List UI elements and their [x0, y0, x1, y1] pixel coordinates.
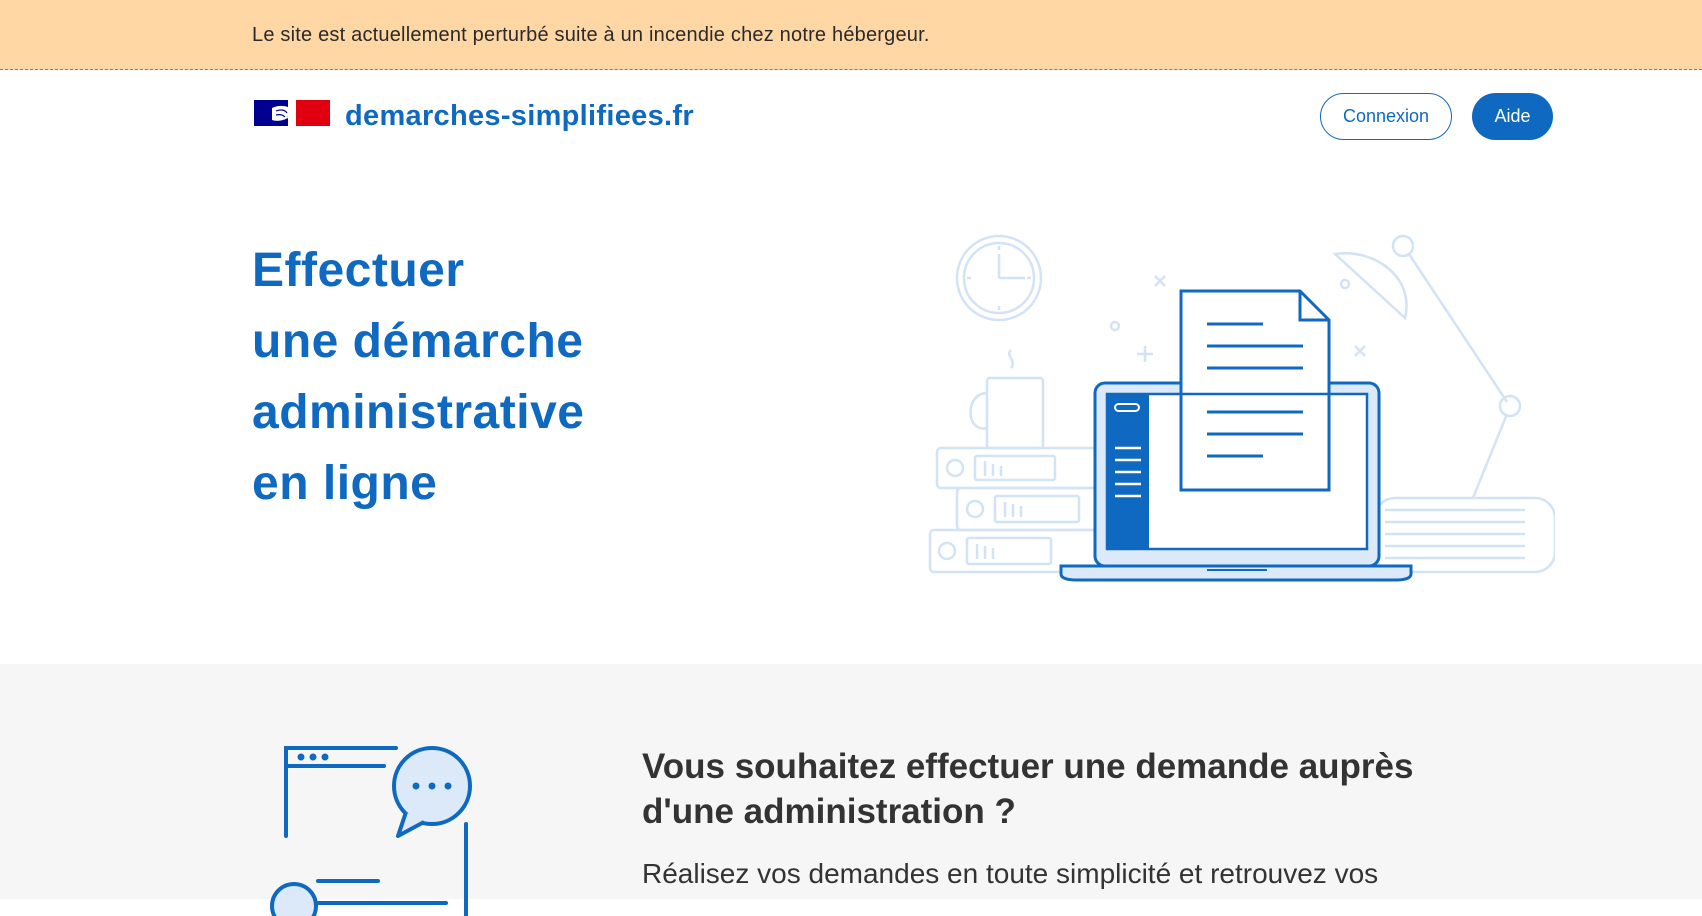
- laptop-desk-illustration: [928, 234, 1555, 582]
- site-name-link[interactable]: demarches-simplifiees.fr: [345, 100, 694, 133]
- marianne-flag-logo[interactable]: [254, 98, 330, 128]
- alert-banner-text: Le site est actuellement perturbé suite …: [252, 24, 930, 46]
- aide-button[interactable]: Aide: [1472, 93, 1553, 140]
- section-title: Vous souhaitez effectuer une demande aup…: [642, 747, 1414, 831]
- alert-banner: Le site est actuellement perturbé suite …: [0, 0, 1702, 70]
- hero-title-line: une démarche: [252, 315, 584, 368]
- connexion-button[interactable]: Connexion: [1320, 93, 1452, 140]
- form-chat-icon: [270, 746, 472, 916]
- hero-title-line: administrative: [252, 386, 585, 439]
- feature-section: Vous souhaitez effectuer une demande aup…: [0, 664, 1702, 916]
- site-header: demarches-simplifiees.fr Connexion Aide: [0, 70, 1702, 166]
- section-text: Réalisez vos demandes en toute simplicit…: [642, 858, 1379, 889]
- hero-title-line: Effectuer: [252, 244, 465, 297]
- hero-title-line: en ligne: [252, 457, 438, 510]
- hero-title: Effectuer une démarche administrative en…: [252, 235, 752, 519]
